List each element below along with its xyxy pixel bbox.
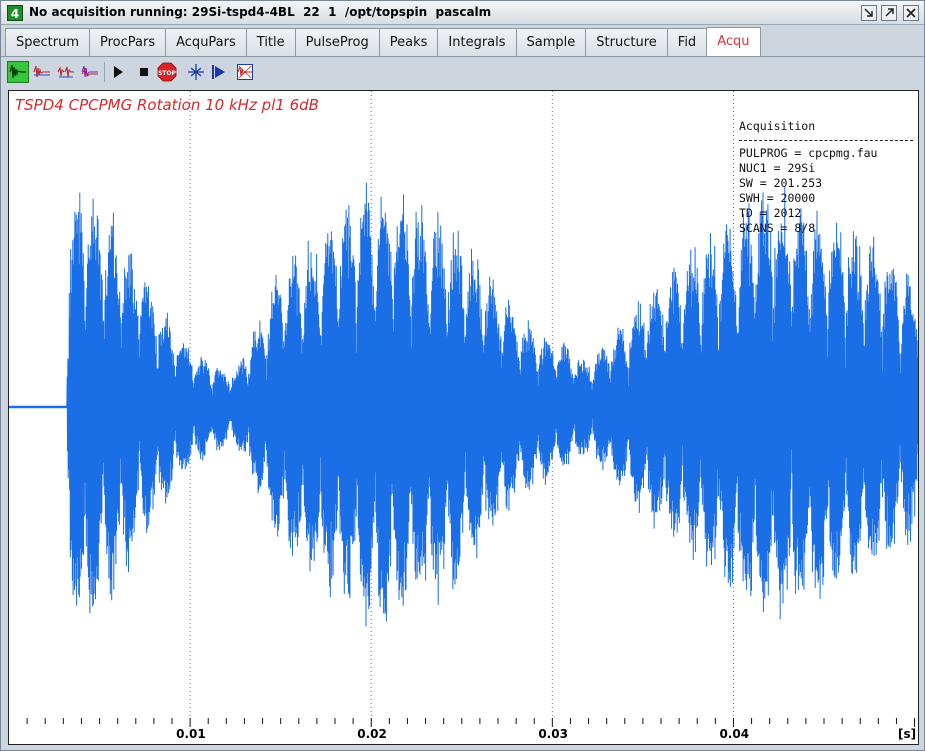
tab-integrals[interactable]: Integrals [437,28,517,56]
tab-sample[interactable]: Sample [515,28,587,56]
x-tick-label: 0.03 [538,727,568,741]
fid-view-icon[interactable] [7,61,29,83]
acquisition-divider [739,140,913,141]
tab-peaks[interactable]: Peaks [378,28,439,56]
lock-icon[interactable] [208,61,230,83]
tab-title[interactable]: Title [245,28,296,56]
tab-divider [1,56,924,57]
minimize-icon[interactable] [861,5,877,21]
acq-params-icon[interactable] [234,61,256,83]
param-td: TD = 2012 [739,206,802,220]
plot-title: TSPD4 CPCPMG Rotation 10 kHz pl1 6dB [15,96,319,114]
x-tick-label: 0.04 [719,727,750,741]
stop-square-icon[interactable] [133,61,155,83]
fid-overlay-icon[interactable] [79,61,101,83]
x-tick-label: 0.01 [176,727,206,741]
param-swh: SWH = 20000 [739,191,816,205]
window-number-badge: 4 [7,5,23,21]
toolbar: STOP [5,60,920,86]
tab-pulseprog[interactable]: PulseProg [294,28,380,56]
topspin-window: 4 No acquisition running: 29Si-tspd4-4BL… [0,0,925,751]
fid-trace [9,182,918,627]
stop-sign-icon[interactable]: STOP [156,61,178,83]
acquisition-params-box: Acquisition PULPROG = cpcpmg.fau NUC1 = … [739,119,917,236]
toolbar-separator [104,62,105,82]
fid-multi-icon[interactable] [55,61,77,83]
tab-acqu[interactable]: Acqu [706,27,761,57]
tab-strip: Spectrum ProcPars AcquPars Title PulsePr… [5,27,761,57]
param-sw: SW = 201.253 [739,176,823,190]
svg-text:STOP: STOP [158,70,177,77]
fid-view-alt-icon[interactable] [31,61,53,83]
window-title: No acquisition running: 29Si-tspd4-4BL 2… [29,5,492,19]
acquisition-header: Acquisition [739,119,816,133]
tab-procpars[interactable]: ProcPars [89,28,167,56]
param-scans: SCANS = 8/8 [739,221,816,235]
close-icon[interactable] [903,5,919,21]
tab-fid[interactable]: Fid [666,28,708,56]
x-unit-label: [s] [898,727,917,741]
title-bar[interactable]: 4 No acquisition running: 29Si-tspd4-4BL… [1,1,924,25]
x-tick-label: 0.02 [357,727,387,741]
gs-adjust-icon[interactable] [185,61,207,83]
fid-plot-area[interactable]: TSPD4 CPCPMG Rotation 10 kHz pl1 6dB Acq… [8,90,919,745]
play-icon[interactable] [107,61,129,83]
tab-spectrum[interactable]: Spectrum [5,28,90,56]
param-nuc1: NUC1 = 29Si [739,161,816,175]
param-pulprog: PULPROG = cpcpmg.fau [739,146,878,160]
maximize-icon[interactable] [881,5,897,21]
tab-structure[interactable]: Structure [585,28,668,56]
tab-acqupars[interactable]: AcquPars [165,28,247,56]
